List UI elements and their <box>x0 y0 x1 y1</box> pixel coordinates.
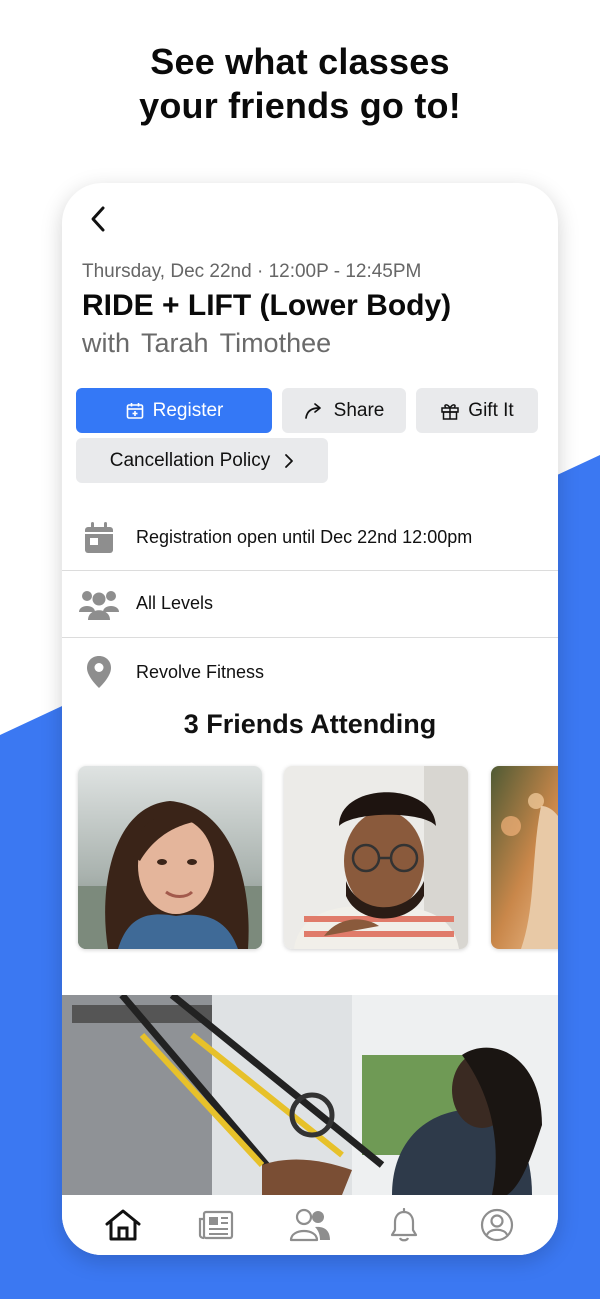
promo-headline: See what classes your friends go to! <box>0 40 600 128</box>
tab-friends[interactable] <box>280 1200 340 1250</box>
group-icon <box>79 590 119 620</box>
friends-attending-title: 3 Friends Attending <box>183 709 437 739</box>
promo-headline-line2: your friends go to! <box>139 85 461 126</box>
share-arrow-icon <box>304 402 321 419</box>
class-instructor: with Tarah Timothee <box>82 328 332 358</box>
chevron-left-icon <box>91 206 105 232</box>
friend-photo-partial <box>491 766 558 949</box>
levels-info-text: All Levels <box>136 593 214 613</box>
levels-info-row: All Levels <box>62 570 558 638</box>
friend-photo-woman <box>78 766 262 949</box>
register-button[interactable]: Register <box>76 388 272 433</box>
gift-button[interactable]: Gift It <box>416 388 538 433</box>
friend-photo-man-glasses <box>284 766 468 949</box>
cancellation-policy-button[interactable]: Cancellation Policy <box>76 438 328 483</box>
profile-icon <box>481 1208 514 1242</box>
tab-profile[interactable] <box>467 1200 527 1250</box>
home-icon <box>105 1209 141 1241</box>
share-button[interactable]: Share <box>282 388 406 433</box>
register-label: Register <box>152 399 224 421</box>
gift-icon <box>441 403 460 420</box>
calendar-add-icon <box>126 402 143 419</box>
tab-home[interactable] <box>93 1200 153 1250</box>
registration-info-text: Registration open until Dec 22nd 12:00pm <box>136 527 473 547</box>
tab-notifications[interactable] <box>374 1200 434 1250</box>
back-button[interactable] <box>84 205 112 233</box>
registration-info-row: Registration open until Dec 22nd 12:00pm <box>62 505 558 571</box>
class-title: RIDE + LIFT (Lower Body) <box>82 289 452 322</box>
share-label: Share <box>333 399 385 421</box>
cancellation-policy-label: Cancellation Policy <box>109 449 271 471</box>
friends-icon <box>289 1208 330 1242</box>
bell-icon <box>390 1208 417 1242</box>
location-pin-icon <box>87 656 111 688</box>
class-hero-photo <box>62 995 558 1195</box>
phone-screen: Thursday, Dec 22nd · 12:00P - 12:45PM RI… <box>62 183 558 1255</box>
gift-label: Gift It <box>468 399 514 421</box>
promo-headline-line1: See what classes <box>150 41 450 82</box>
friend-avatar-card[interactable] <box>284 766 468 949</box>
location-info-row: Revolve Fitness <box>62 639 558 705</box>
bottom-tab-bar <box>62 1195 558 1255</box>
location-info-text: Revolve Fitness <box>136 661 265 682</box>
friend-avatar-card[interactable] <box>491 766 558 949</box>
calendar-icon <box>85 521 113 553</box>
class-datetime: Thursday, Dec 22nd · 12:00P - 12:45PM <box>82 261 422 282</box>
news-icon <box>199 1210 234 1240</box>
tab-news[interactable] <box>186 1200 246 1250</box>
chevron-right-icon <box>285 453 294 468</box>
friend-avatar-card[interactable] <box>78 766 262 949</box>
workout-photo <box>62 995 558 1195</box>
